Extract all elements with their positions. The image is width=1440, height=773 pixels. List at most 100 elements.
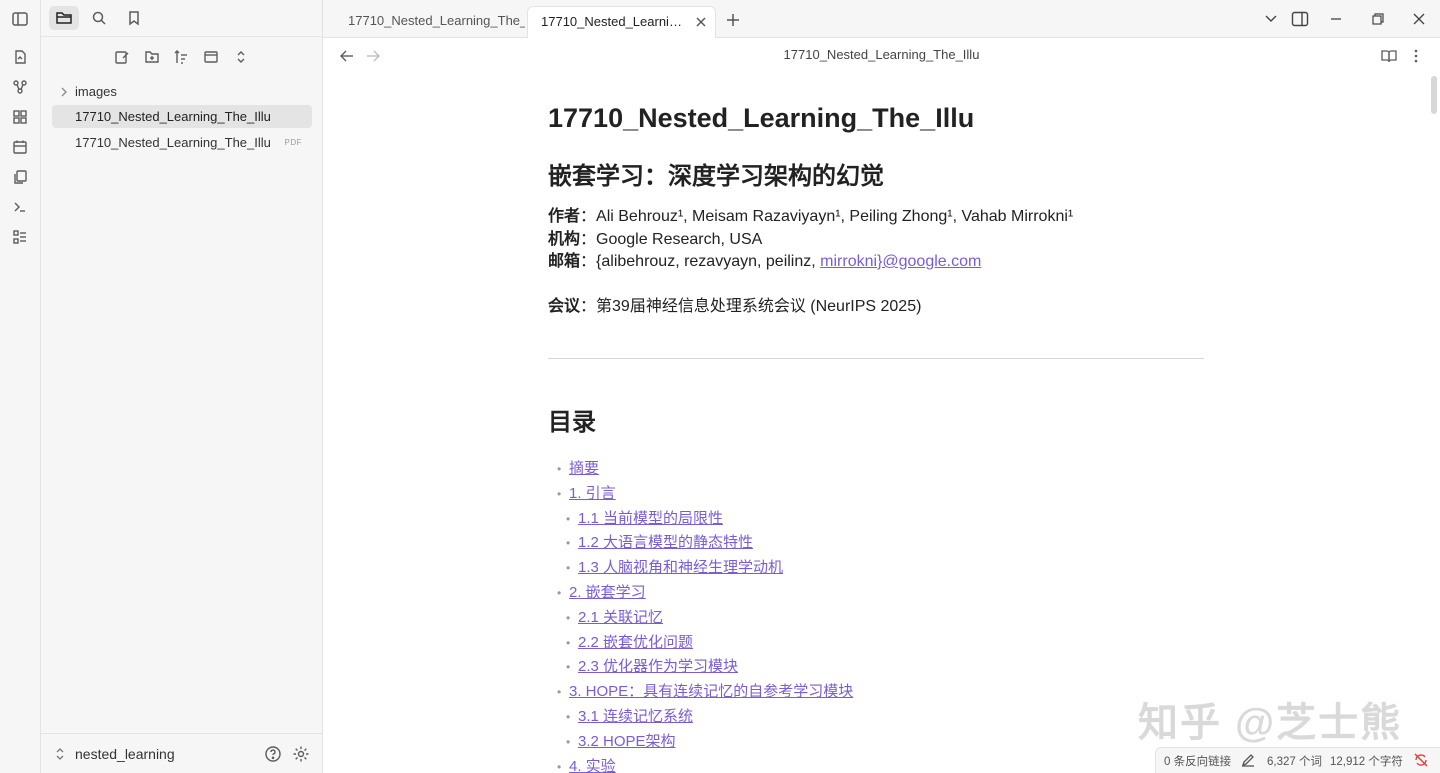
left-ribbon: [0, 0, 41, 773]
toc-link[interactable]: 4. 实验: [569, 758, 616, 773]
char-count: 12,912 个字符: [1330, 756, 1403, 768]
minimize-icon[interactable]: [1323, 7, 1349, 31]
toc-link[interactable]: 2. 嵌套学习: [569, 584, 646, 601]
toc-bullet: •: [557, 462, 562, 476]
sidebar-toggle-icon[interactable]: [8, 7, 32, 31]
toc-item[interactable]: • 3.1 连续记忆系统: [566, 705, 693, 730]
toc-item[interactable]: • 2.2 嵌套优化问题: [566, 631, 693, 656]
toc-item[interactable]: • 2.1 关联记忆: [566, 606, 663, 631]
new-folder-icon[interactable]: [140, 45, 164, 69]
tree-file-markdown[interactable]: 17710_Nested_Learning_The_Illu: [52, 105, 312, 128]
toc-item[interactable]: • 1.2 大语言模型的静态特性: [566, 531, 753, 556]
vault-bar: nested_learning: [41, 733, 323, 773]
command-palette-icon[interactable]: [8, 195, 32, 219]
toc-link[interactable]: 摘要: [569, 460, 599, 477]
toc-link[interactable]: 1.2 大语言模型的静态特性: [578, 534, 753, 551]
toc-item[interactable]: • 3.2 HOPE架构: [566, 730, 676, 755]
scrollbar-thumb[interactable]: [1431, 76, 1437, 114]
toc-link[interactable]: 3.2 HOPE架构: [578, 733, 676, 750]
close-icon[interactable]: [693, 14, 709, 30]
toc-link[interactable]: 2.1 关联记忆: [578, 609, 663, 626]
horizontal-rule: [548, 358, 1204, 359]
search-icon[interactable]: [84, 6, 114, 30]
tree-folder-images[interactable]: images: [52, 80, 312, 103]
toc-link[interactable]: 1.1 当前模型的局限性: [578, 510, 723, 527]
file-nav-actions: [41, 44, 323, 70]
chevron-right-icon[interactable]: [58, 80, 70, 103]
collapse-all-icon[interactable]: [229, 45, 253, 69]
toc-item[interactable]: • 摘要: [557, 457, 599, 482]
conference-line: 会议：第39届神经信息处理系统会议 (NeurIPS 2025): [548, 296, 1208, 319]
toc-bullet: •: [557, 759, 562, 773]
toc-link[interactable]: 2.2 嵌套优化问题: [578, 634, 693, 651]
file-explorer-sidebar: images 17710_Nested_Learning_The_Illu 17…: [41, 0, 323, 773]
canvas-icon[interactable]: [8, 105, 32, 129]
email-line: 邮箱：{alibehrouz, rezavyayn, peilinz, mirr…: [548, 251, 1208, 274]
affiliation-line: 机构：Google Research, USA: [548, 229, 1208, 252]
toc-bullet: •: [566, 610, 571, 625]
toc-item[interactable]: • 1.3 人脑视角和神经生理学动机: [566, 556, 783, 581]
email-link[interactable]: mirrokni}@google.com: [820, 253, 981, 270]
vault-switcher[interactable]: nested_learning: [55, 743, 175, 765]
help-icon[interactable]: [262, 743, 284, 765]
new-note-icon[interactable]: [110, 45, 134, 69]
files-tab-folder-icon[interactable]: [49, 6, 79, 30]
toc-item[interactable]: • 2. 嵌套学习: [557, 581, 646, 606]
outline-list-icon[interactable]: [8, 225, 32, 249]
toc-item[interactable]: • 4. 实验: [557, 755, 616, 773]
tree-file-pdf[interactable]: 17710_Nested_Learning_The_Illu PDF: [52, 131, 312, 154]
file-label: 17710_Nested_Learning_The_Illu: [75, 135, 271, 150]
sync-error-icon[interactable]: [1413, 752, 1429, 768]
tab-label: 17710_Nested_Learning_The_Illu: [541, 14, 687, 29]
toc-link[interactable]: 3.1 连续记忆系统: [578, 708, 693, 725]
authors-value: ：Ali Behrouz¹, Meisam Razaviyayn¹, Peili…: [580, 208, 1074, 225]
email-label: 邮箱: [548, 253, 581, 270]
view-title[interactable]: 17710_Nested_Learning_The_Illu: [323, 47, 1440, 62]
file-type-badge: PDF: [284, 138, 302, 147]
close-window-icon[interactable]: [1406, 7, 1432, 31]
toc-bullet: •: [566, 710, 571, 724]
more-options-icon[interactable]: [1404, 44, 1428, 68]
templates-icon[interactable]: [8, 165, 32, 189]
tab-list-chevron-down-icon[interactable]: [1258, 7, 1284, 31]
toc-item[interactable]: • 2.3 优化器作为学习模块: [566, 655, 738, 680]
toc-bullet: •: [557, 486, 562, 501]
right-sidebar-toggle-icon[interactable]: [1287, 7, 1313, 31]
new-tab-plus-icon[interactable]: [721, 8, 745, 32]
auto-reveal-icon[interactable]: [199, 45, 223, 69]
tab-document-2-active[interactable]: 17710_Nested_Learning_The_Illu: [527, 6, 716, 38]
toc-link[interactable]: 1.3 人脑视角和神经生理学动机: [578, 559, 783, 576]
edit-pencil-icon[interactable]: [1240, 752, 1256, 768]
vault-name: nested_learning: [75, 746, 175, 762]
document-subtitle: 嵌套学习：深度学习架构的幻觉: [548, 163, 884, 190]
toc-link[interactable]: 2.3 优化器作为学习模块: [578, 658, 738, 675]
toc-bullet: •: [566, 511, 571, 526]
affiliation-label: 机构: [548, 230, 581, 248]
affiliation-value: ：Google Research, USA: [580, 230, 763, 248]
conference-label: 会议: [548, 297, 581, 315]
toc-link[interactable]: 1. 引言: [569, 485, 616, 502]
reading-view-book-icon[interactable]: [1377, 44, 1401, 68]
settings-gear-icon[interactable]: [290, 743, 312, 765]
sort-icon[interactable]: [169, 45, 193, 69]
status-bar: 0 条反向链接 6,327 个词 12,912 个字符: [1155, 747, 1440, 773]
toc-item[interactable]: • 3. HOPE：具有连续记忆的自参考学习模块: [557, 680, 853, 705]
view-header: 17710_Nested_Learning_The_Illu: [323, 38, 1440, 74]
email-prefix: ：{alibehrouz, rezavyayn, peilinz,: [580, 253, 821, 270]
toc-item[interactable]: • 1. 引言: [557, 482, 616, 507]
toc-item[interactable]: • 1.1 当前模型的局限性: [566, 507, 723, 532]
document-content: 17710_Nested_Learning_The_Illu 嵌套学习：深度学习…: [548, 100, 1208, 318]
open-quick-switcher-icon[interactable]: [8, 45, 32, 69]
folder-label: images: [75, 84, 117, 99]
tab-document-1[interactable]: 17710_Nested_Learning_The_Illu: [335, 6, 525, 38]
chevron-updown-icon: [56, 748, 64, 760]
watermark: 知乎 @芝士熊: [1138, 701, 1403, 745]
app-window: images 17710_Nested_Learning_The_Illu 17…: [0, 0, 1440, 773]
backlinks-count[interactable]: 0 条反向链接: [1164, 753, 1231, 769]
sidebar-tab-bar: [41, 0, 323, 37]
toc-link[interactable]: 3. HOPE：具有连续记忆的自参考学习模块: [569, 683, 853, 700]
bookmark-icon[interactable]: [119, 6, 149, 30]
graph-view-icon[interactable]: [8, 75, 32, 99]
restore-window-icon[interactable]: [1365, 7, 1391, 31]
calendar-icon[interactable]: [8, 135, 32, 159]
